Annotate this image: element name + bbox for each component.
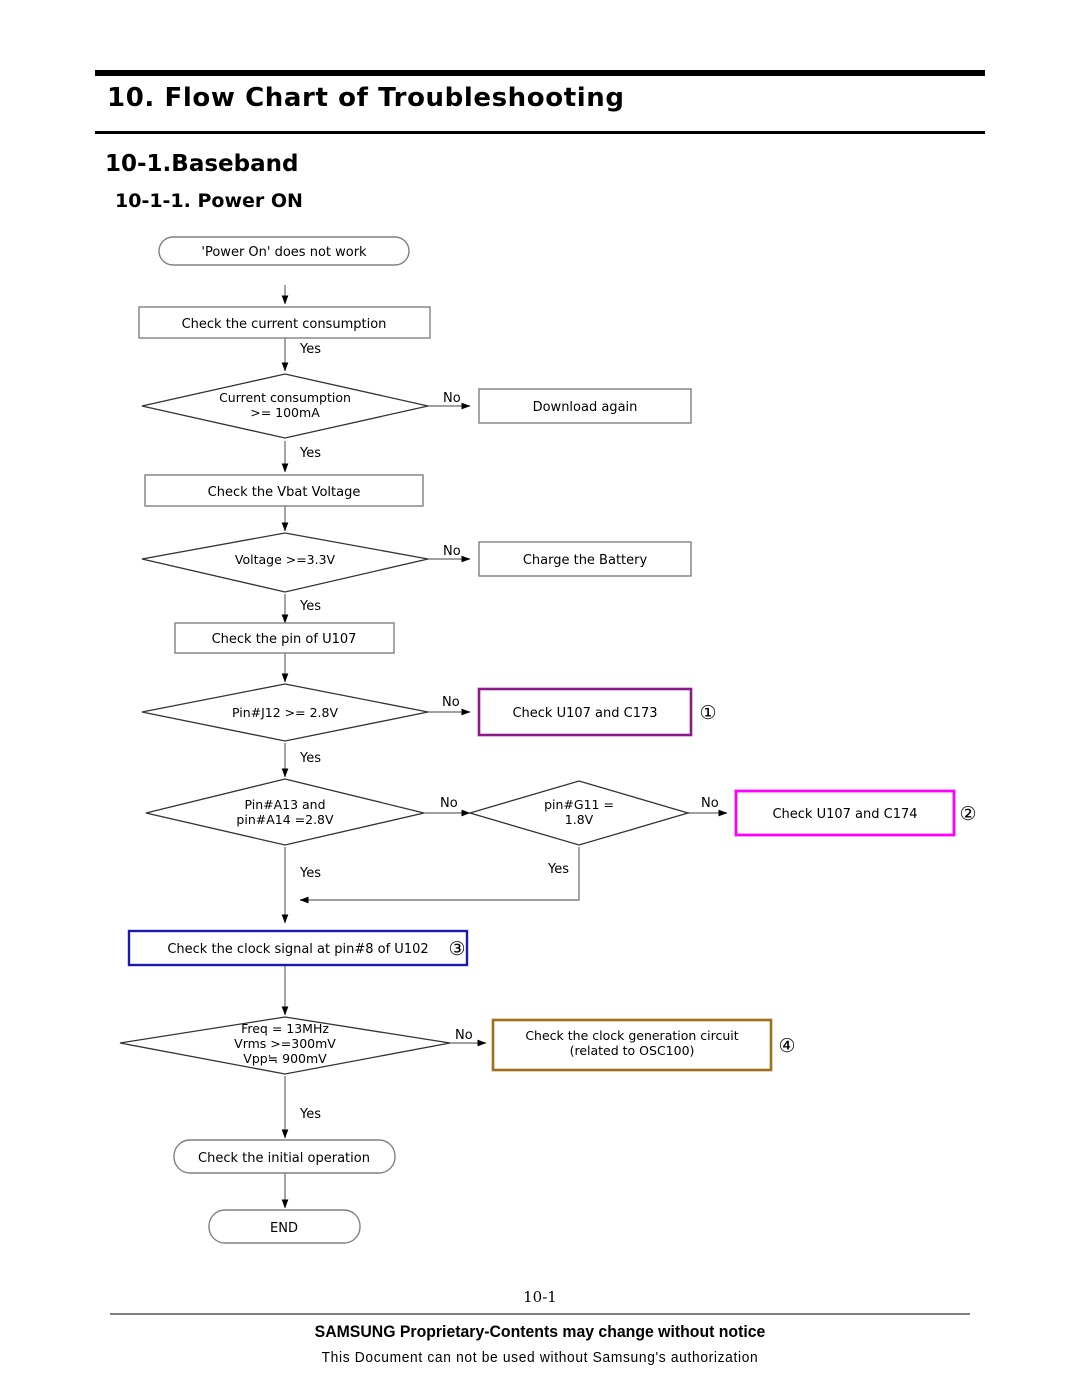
node-check-u107-c174-label: Check U107 and C174 bbox=[772, 807, 917, 822]
decision-vbat-voltage-label: Voltage >=3.3V bbox=[235, 552, 336, 567]
subsection-title: 10-1-1. Power ON bbox=[115, 190, 303, 212]
node-check-clock-generation-label2: (related to OSC100) bbox=[570, 1043, 695, 1058]
node-check-vbat-voltage-label: Check the Vbat Voltage bbox=[208, 485, 361, 500]
node-download-again[interactable]: Download again bbox=[478, 388, 692, 424]
edge-label-no-2: No bbox=[443, 544, 461, 559]
decision-pin-a13-a14[interactable]: Pin#A13 and pin#A14 =2.8V bbox=[145, 778, 425, 846]
node-check-current-consumption[interactable]: Check the current consumption bbox=[138, 306, 431, 339]
marker-2-icon: ② bbox=[959, 803, 976, 825]
edge-label-no-4: No bbox=[440, 796, 458, 811]
marker-3-icon: ③ bbox=[448, 938, 465, 960]
node-check-initial-operation-label: Check the initial operation bbox=[198, 1151, 370, 1166]
decision-clock-parameters-label3: Vpp≒ 900mV bbox=[243, 1051, 327, 1066]
decision-current-consumption-label1: Current consumption bbox=[219, 390, 351, 405]
node-download-again-label: Download again bbox=[533, 400, 638, 415]
decision-pin-a13-a14-label1: Pin#A13 and bbox=[244, 797, 325, 812]
decision-pin-j12-label: Pin#J12 >= 2.8V bbox=[232, 705, 338, 720]
edge-label-yes-3: Yes bbox=[299, 599, 321, 614]
node-start-label: 'Power On' does not work bbox=[201, 245, 367, 260]
page-title: 10. Flow Chart of Troubleshooting bbox=[107, 83, 625, 113]
node-check-u107-c173-label: Check U107 and C173 bbox=[512, 706, 657, 721]
decision-vbat-voltage[interactable]: Voltage >=3.3V bbox=[141, 532, 429, 593]
decision-current-consumption-label2: >= 100mA bbox=[250, 405, 320, 420]
edge-label-yes-2: Yes bbox=[299, 446, 321, 461]
page-number: 10-1 bbox=[523, 1288, 557, 1306]
footer-rule bbox=[110, 1313, 970, 1315]
marker-1-icon: ① bbox=[699, 702, 716, 724]
node-end-label: END bbox=[270, 1221, 298, 1236]
decision-pin-g11-label2: 1.8V bbox=[565, 812, 594, 827]
node-check-clock-generation[interactable]: Check the clock generation circuit (rela… bbox=[491, 1018, 796, 1072]
decision-pin-g11[interactable]: pin#G11 = 1.8V bbox=[467, 780, 691, 846]
edge-label-yes-6: Yes bbox=[547, 862, 569, 877]
node-check-pin-u107-label: Check the pin of U107 bbox=[212, 632, 357, 647]
node-check-u107-c174[interactable]: Check U107 and C174 ② bbox=[734, 789, 977, 837]
edge-label-yes-5: Yes bbox=[299, 866, 321, 881]
node-end[interactable]: END bbox=[208, 1209, 361, 1244]
footer-authorization: This Document can not be used without Sa… bbox=[321, 1350, 759, 1366]
node-check-clock-signal-label: Check the clock signal at pin#8 of U102 bbox=[167, 942, 428, 957]
node-check-u107-c173[interactable]: Check U107 and C173 ① bbox=[477, 687, 717, 737]
footer-notice: SAMSUNG Proprietary-Contents may change … bbox=[314, 1322, 766, 1341]
decision-current-consumption[interactable]: Current consumption >= 100mA bbox=[141, 373, 429, 439]
troubleshooting-flowchart: 'Power On' does not work Check the curre… bbox=[119, 236, 977, 1244]
node-check-vbat-voltage[interactable]: Check the Vbat Voltage bbox=[144, 474, 424, 507]
node-check-pin-u107[interactable]: Check the pin of U107 bbox=[174, 622, 395, 654]
edge-label-no-5: No bbox=[701, 796, 719, 811]
header-rule-bottom bbox=[95, 131, 985, 134]
node-charge-battery-label: Charge the Battery bbox=[523, 553, 648, 568]
section-title: 10-1.Baseband bbox=[105, 151, 299, 177]
edge-d-g11-yes-merge bbox=[299, 847, 580, 904]
decision-clock-parameters-label2: Vrms >=300mV bbox=[234, 1036, 336, 1051]
marker-4-icon: ④ bbox=[778, 1035, 795, 1057]
node-check-current-consumption-label: Check the current consumption bbox=[182, 317, 387, 332]
decision-clock-parameters[interactable]: Freq = 13MHz Vrms >=300mV Vpp≒ 900mV bbox=[119, 1016, 451, 1075]
node-check-clock-generation-label1: Check the clock generation circuit bbox=[525, 1028, 738, 1043]
decision-pin-j12[interactable]: Pin#J12 >= 2.8V bbox=[141, 683, 429, 742]
node-check-clock-signal[interactable]: Check the clock signal at pin#8 of U102 … bbox=[127, 929, 469, 967]
edge-label-no-6: No bbox=[455, 1028, 473, 1043]
edge-label-yes-1: Yes bbox=[299, 342, 321, 357]
decision-pin-a13-a14-label2: pin#A14 =2.8V bbox=[236, 812, 334, 827]
header-rule-top bbox=[95, 70, 985, 76]
node-charge-battery[interactable]: Charge the Battery bbox=[478, 541, 692, 577]
edge-label-yes-4: Yes bbox=[299, 751, 321, 766]
decision-clock-parameters-label1: Freq = 13MHz bbox=[241, 1021, 329, 1036]
node-start[interactable]: 'Power On' does not work bbox=[158, 236, 410, 266]
decision-pin-g11-label1: pin#G11 = bbox=[544, 797, 614, 812]
edge-label-yes-7: Yes bbox=[299, 1107, 321, 1122]
document-page: 10. Flow Chart of Troubleshooting 10-1.B… bbox=[0, 0, 1080, 1397]
edge-label-no-3: No bbox=[442, 695, 460, 710]
edge-label-no-1: No bbox=[443, 391, 461, 406]
node-check-initial-operation[interactable]: Check the initial operation bbox=[173, 1139, 396, 1174]
